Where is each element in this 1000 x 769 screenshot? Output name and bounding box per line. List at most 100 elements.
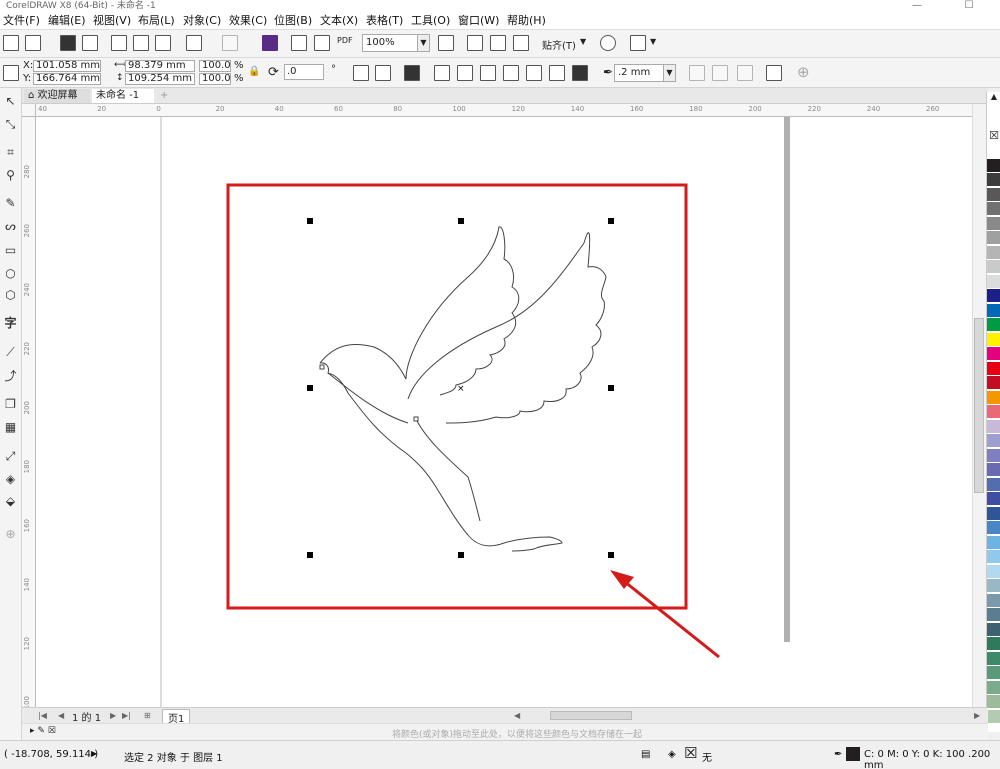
palette-swatch[interactable] [987,347,1000,360]
menu-layout[interactable]: 布局(L) [138,14,175,28]
palette-swatch[interactable] [987,390,1000,404]
artistic-media-icon[interactable]: ᔕ [3,219,18,234]
cut-icon[interactable] [111,35,127,51]
import-icon[interactable] [291,35,307,51]
menu-tools[interactable]: 工具(O) [411,14,450,28]
menu-bitmaps[interactable]: 位图(B) [274,14,312,28]
simplify-icon[interactable] [503,65,519,81]
front-minus-back-icon[interactable] [526,65,542,81]
quick-trace-icon[interactable] [712,65,728,81]
transparency-icon[interactable]: ▦ [3,420,18,435]
mirror-horizontal-icon[interactable] [353,65,369,81]
align-distribute-icon[interactable] [766,65,782,81]
maximize-button[interactable]: ☐ [955,0,983,12]
palette-swatch[interactable] [987,593,1000,607]
palette-swatch[interactable] [987,376,1000,389]
ellipse-icon[interactable]: ○ [3,266,18,281]
height-field[interactable]: 109.254 mm [125,73,195,85]
snap-to-dropdown[interactable]: 贴齐(T) [542,37,576,52]
status-expand-icon[interactable]: ▶ [91,749,97,758]
publish-pdf-icon[interactable]: PDF [337,36,353,45]
vertical-scrollbar-thumb[interactable] [974,318,984,493]
color-proof-icon[interactable]: ▤ [641,749,650,760]
vertical-ruler[interactable]: 28026024022020018016014012010080 [22,117,36,764]
show-grid-icon[interactable] [490,35,506,51]
palette-swatch[interactable] [987,448,1000,462]
search-content-icon[interactable] [262,35,278,51]
palette-swatch[interactable] [987,463,1000,476]
add-icon[interactable]: ⊕ [797,63,810,81]
paste-icon[interactable] [155,35,171,51]
handle-top-left[interactable] [307,218,313,224]
rotation-angle-field[interactable]: .0 [284,64,324,80]
drawing-canvas[interactable]: × [36,117,972,707]
palette-swatch[interactable] [987,144,1000,157]
to-curves-icon[interactable] [737,65,753,81]
palette-swatch[interactable] [987,564,1000,578]
outline-color-swatch[interactable] [846,747,860,761]
palette-swatch[interactable] [987,666,1000,679]
menu-edit[interactable]: 编辑(E) [48,14,86,28]
menu-help[interactable]: 帮助(H) [507,14,546,28]
scroll-right-icon[interactable]: ▶ [974,711,980,720]
palette-swatch[interactable] [987,361,1000,375]
scale-width-field[interactable]: 100.0 [199,60,231,72]
palette-swatch[interactable] [987,579,1000,592]
palette-swatch[interactable] [987,202,1000,215]
export-icon[interactable] [314,35,330,51]
palette-swatch[interactable] [987,187,1000,201]
outline-width-dropdown[interactable]: .2 mm ▼ [614,64,676,82]
palette-swatch[interactable] [987,550,1000,563]
palette-swatch[interactable] [987,405,1000,418]
palette-swatch[interactable] [987,521,1000,534]
menu-file[interactable]: 文件(F) [3,14,40,28]
palette-scroll-up-icon[interactable]: ▲ [987,92,1000,105]
text-icon[interactable]: 字 [3,316,18,331]
redo-icon[interactable] [222,35,238,51]
group-icon[interactable] [404,65,420,81]
object-origin-icon[interactable] [3,65,19,81]
palette-swatch[interactable] [987,332,1000,346]
horizontal-scrollbar-thumb[interactable] [550,711,632,720]
menu-text[interactable]: 文本(X) [320,14,358,28]
palette-swatch[interactable] [987,231,1000,244]
tab-document[interactable]: 未命名 -1 [92,89,154,103]
drop-shadow-icon[interactable]: ❐ [3,397,18,412]
palette-swatch[interactable] [987,303,1000,317]
palette-swatch[interactable] [987,477,1000,491]
prev-page-icon[interactable]: ◀ [58,711,64,720]
create-boundary-icon[interactable] [572,65,588,81]
show-guidelines-icon[interactable] [513,35,529,51]
menu-effects[interactable]: 效果(C) [229,14,267,28]
palette-swatch[interactable] [987,535,1000,549]
zoom-icon[interactable]: ⚲ [3,168,18,183]
trim-icon[interactable] [457,65,473,81]
palette-swatch[interactable] [987,608,1000,621]
palette-swatch[interactable] [987,260,1000,273]
handle-middle-right[interactable] [608,385,614,391]
first-page-icon[interactable]: |◀ [38,711,47,720]
palette-swatch[interactable] [987,245,1000,259]
minimize-button[interactable]: — [903,0,931,12]
y-position-field[interactable]: 166.764 mm [33,73,101,85]
palette-swatch[interactable] [987,506,1000,520]
document-palette-bar[interactable]: ▸ ✎ ☒ 将颜色(或对象)拖动至此处，以便将这些颜色与文档存储在一起 [22,723,988,740]
weld-icon[interactable] [434,65,450,81]
new-document-icon[interactable] [3,35,19,51]
show-rulers-icon[interactable] [467,35,483,51]
options-gear-icon[interactable] [600,35,616,51]
palette-swatch[interactable] [987,695,1000,708]
palette-swatch[interactable] [987,637,1000,650]
polygon-icon[interactable]: ⬡ [3,288,18,303]
full-screen-preview-icon[interactable] [438,35,454,51]
freehand-icon[interactable]: ✎ [3,196,18,211]
palette-swatch[interactable] [987,318,1000,331]
last-page-icon[interactable]: ▶| [122,711,131,720]
palette-swatch[interactable] [987,158,1000,172]
add-page-icon[interactable]: ⊞ [144,711,151,720]
next-page-icon[interactable]: ▶ [110,711,116,720]
add-tool-icon[interactable]: ⊕ [3,527,18,542]
palette-swatch[interactable] [987,274,1000,288]
crop-icon[interactable]: ⌗ [3,145,18,160]
intersect-icon[interactable] [480,65,496,81]
